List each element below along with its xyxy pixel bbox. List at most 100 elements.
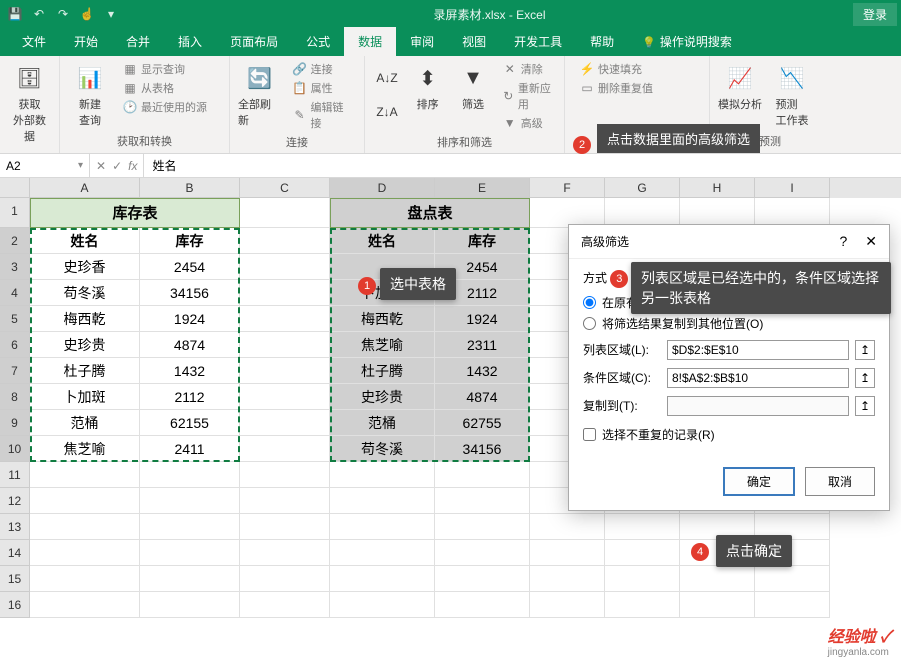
- cell[interactable]: [435, 566, 530, 592]
- cell[interactable]: [330, 462, 435, 488]
- login-button[interactable]: 登录: [853, 3, 897, 26]
- reapply-button[interactable]: ↻重新应用: [498, 79, 558, 113]
- col-header[interactable]: C: [240, 178, 330, 198]
- remove-dup-button[interactable]: ▭删除重复值: [575, 79, 657, 97]
- new-query-button[interactable]: 📊新建 查询: [66, 60, 114, 130]
- cell[interactable]: [530, 540, 605, 566]
- cell[interactable]: 1432: [435, 358, 530, 384]
- cell[interactable]: [240, 358, 330, 384]
- cell[interactable]: 4874: [435, 384, 530, 410]
- advanced-filter-button[interactable]: ▼高级: [498, 114, 558, 132]
- recent-sources-button[interactable]: 🕑最近使用的源: [118, 98, 211, 116]
- from-table-button[interactable]: ▦从表格: [118, 79, 211, 97]
- col-header[interactable]: E: [435, 178, 530, 198]
- clear-filter-button[interactable]: ✕清除: [498, 60, 558, 78]
- cell[interactable]: [140, 540, 240, 566]
- row-header[interactable]: 15: [0, 566, 30, 592]
- row-header[interactable]: 3: [0, 254, 30, 280]
- more-icon[interactable]: ▾: [100, 3, 122, 25]
- cell[interactable]: [755, 566, 830, 592]
- cell[interactable]: [30, 488, 140, 514]
- cell[interactable]: 史珍贵: [330, 384, 435, 410]
- tab-layout[interactable]: 页面布局: [216, 27, 292, 56]
- list-range-input[interactable]: [667, 340, 849, 360]
- row-header[interactable]: 2: [0, 228, 30, 254]
- refresh-all-button[interactable]: 🔄全部刷新: [236, 60, 284, 130]
- cell[interactable]: 1924: [140, 306, 240, 332]
- sort-button[interactable]: ⬍排序: [407, 60, 448, 114]
- row-header[interactable]: 13: [0, 514, 30, 540]
- tab-formula[interactable]: 公式: [292, 27, 344, 56]
- cell[interactable]: [30, 566, 140, 592]
- cell[interactable]: [140, 488, 240, 514]
- row-header[interactable]: 6: [0, 332, 30, 358]
- undo-icon[interactable]: ↶: [28, 3, 50, 25]
- cell[interactable]: 梅西乾: [30, 306, 140, 332]
- cell[interactable]: 2454: [140, 254, 240, 280]
- tab-tellme[interactable]: 操作说明搜索: [628, 27, 746, 56]
- cell[interactable]: 62755: [435, 410, 530, 436]
- edit-links-button[interactable]: ✎编辑链接: [288, 98, 358, 132]
- cell[interactable]: [435, 540, 530, 566]
- cell[interactable]: 杜子腾: [330, 358, 435, 384]
- select-all-corner[interactable]: [0, 178, 30, 198]
- check-icon[interactable]: ✓: [112, 159, 122, 173]
- tab-merge[interactable]: 合并: [112, 27, 164, 56]
- cell[interactable]: [680, 566, 755, 592]
- cell[interactable]: [240, 280, 330, 306]
- cell[interactable]: [30, 540, 140, 566]
- cell[interactable]: 4874: [140, 332, 240, 358]
- cell[interactable]: 范桶: [30, 410, 140, 436]
- formula-input[interactable]: 姓名: [144, 154, 901, 177]
- cell[interactable]: [240, 592, 330, 618]
- close-icon[interactable]: ✕: [865, 233, 877, 250]
- row-header[interactable]: 4: [0, 280, 30, 306]
- col-header[interactable]: G: [605, 178, 680, 198]
- flash-fill-button[interactable]: ⚡快速填充: [575, 60, 657, 78]
- row-header[interactable]: 11: [0, 462, 30, 488]
- cell[interactable]: [30, 592, 140, 618]
- cell[interactable]: [240, 514, 330, 540]
- cell[interactable]: [240, 566, 330, 592]
- cell[interactable]: [330, 514, 435, 540]
- cell[interactable]: [330, 592, 435, 618]
- cell[interactable]: 苟冬溪: [330, 436, 435, 462]
- cell[interactable]: [435, 462, 530, 488]
- col-header[interactable]: B: [140, 178, 240, 198]
- cell[interactable]: 1924: [435, 306, 530, 332]
- col-header[interactable]: F: [530, 178, 605, 198]
- touch-icon[interactable]: ☝: [76, 3, 98, 25]
- criteria-range-input[interactable]: [667, 368, 849, 388]
- sort-az-button[interactable]: A↓ZZ↓A: [371, 60, 403, 130]
- cell[interactable]: [240, 198, 330, 228]
- cell[interactable]: [680, 592, 755, 618]
- cell[interactable]: [605, 514, 680, 540]
- tab-view[interactable]: 视图: [448, 27, 500, 56]
- cell[interactable]: 62155: [140, 410, 240, 436]
- filter-button[interactable]: ▼筛选: [452, 60, 493, 114]
- row-header[interactable]: 14: [0, 540, 30, 566]
- cancel-icon[interactable]: ✕: [96, 159, 106, 173]
- cell[interactable]: [755, 592, 830, 618]
- cell[interactable]: 2112: [140, 384, 240, 410]
- fx-icon[interactable]: fx: [128, 159, 137, 173]
- col-header[interactable]: H: [680, 178, 755, 198]
- tab-help[interactable]: 帮助: [576, 27, 628, 56]
- cell[interactable]: [435, 592, 530, 618]
- cell[interactable]: 库存: [140, 228, 240, 254]
- row-header[interactable]: 12: [0, 488, 30, 514]
- cell[interactable]: [30, 514, 140, 540]
- cell[interactable]: 史珍香: [30, 254, 140, 280]
- cell[interactable]: 库存: [435, 228, 530, 254]
- cell[interactable]: 2311: [435, 332, 530, 358]
- name-box[interactable]: A2▾: [0, 154, 90, 177]
- cell[interactable]: 1432: [140, 358, 240, 384]
- cell[interactable]: [240, 410, 330, 436]
- save-icon[interactable]: 💾: [4, 3, 26, 25]
- show-queries-button[interactable]: ▦显示查询: [118, 60, 211, 78]
- cell[interactable]: 34156: [140, 280, 240, 306]
- cell[interactable]: [330, 566, 435, 592]
- ok-button[interactable]: 确定: [723, 467, 795, 496]
- tab-file[interactable]: 文件: [8, 27, 60, 56]
- cancel-button[interactable]: 取消: [805, 467, 875, 496]
